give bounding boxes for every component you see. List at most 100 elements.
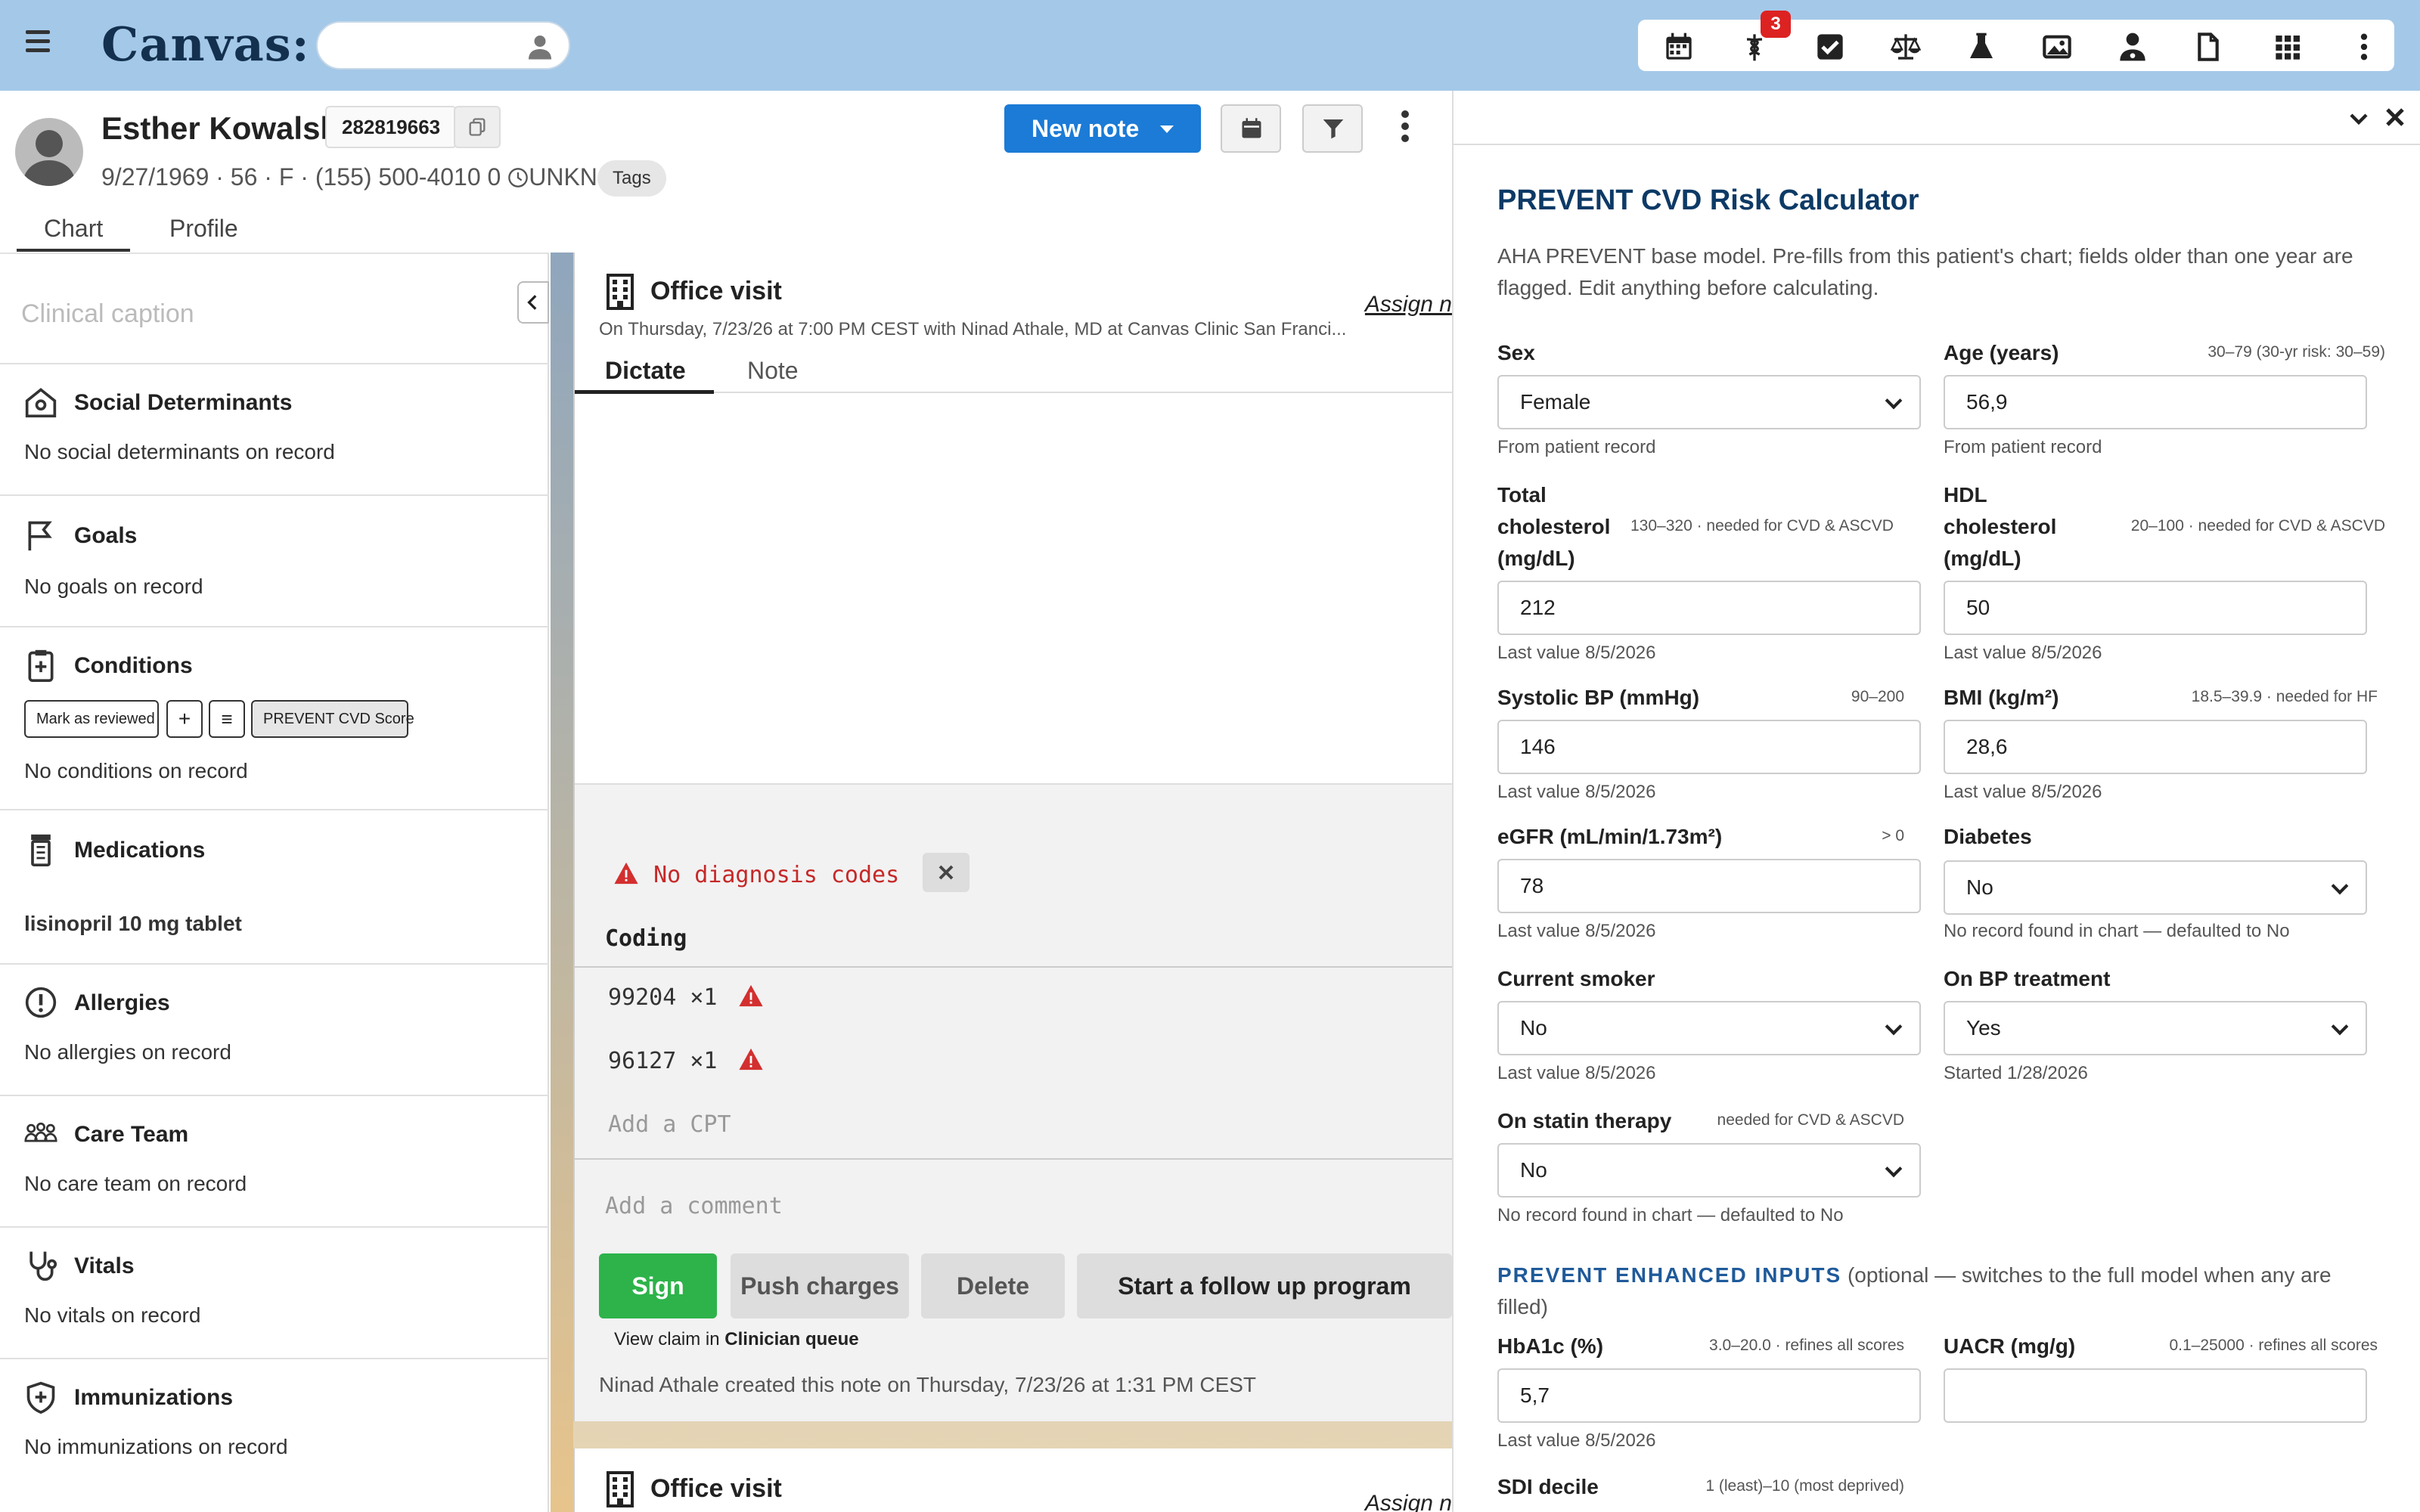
assign-link[interactable]: Assign n <box>1365 1491 1452 1512</box>
assign-link[interactable]: Assign n <box>1365 292 1452 318</box>
calculator-description: AHA PREVENT base model. Pre-fills from t… <box>1497 244 2353 299</box>
hdl-cholesterol-input[interactable]: 50 <box>1944 581 2367 635</box>
building-icon <box>607 1471 634 1507</box>
smoker-select[interactable]: No <box>1497 1001 1921 1055</box>
chevron-down-icon[interactable] <box>2347 107 2370 130</box>
bmi-input[interactable]: 28,6 <box>1944 720 2367 774</box>
patient-name: Esther Kowalski <box>101 110 347 146</box>
age-input[interactable]: 56,9 <box>1944 375 2367 429</box>
clinician-queue-link[interactable]: Clinician queue <box>724 1329 858 1349</box>
section-title[interactable]: Medications <box>74 838 205 863</box>
sex-label: Sex <box>1497 341 1535 364</box>
more-vert-icon[interactable] <box>2349 32 2379 62</box>
flask-icon[interactable] <box>1966 32 1996 62</box>
push-charges-button[interactable]: Push charges <box>731 1253 909 1318</box>
statin-range: needed for CVD & ASCVD <box>1717 1111 1904 1129</box>
person-icon <box>529 36 551 60</box>
sign-button[interactable]: Sign <box>599 1253 717 1318</box>
section-body: No conditions on record <box>24 759 248 782</box>
calculator-title: PREVENT CVD Risk Calculator <box>1497 184 1919 216</box>
app-logo[interactable]: Canvas: <box>101 17 310 72</box>
section-title[interactable]: Vitals <box>74 1253 135 1279</box>
close-icon <box>939 865 954 880</box>
age-label: Age (years) <box>1944 341 2059 364</box>
more-options-icon[interactable] <box>1396 110 1414 147</box>
add-comment-input[interactable]: Add a comment <box>605 1193 783 1219</box>
diabetes-select[interactable]: No <box>1944 860 2367 915</box>
section-goals: Goals No goals on record <box>0 494 549 626</box>
uacr-input[interactable] <box>1944 1368 2367 1423</box>
medication-item[interactable]: lisinopril 10 mg tablet <box>24 912 242 936</box>
total-cholesterol-input[interactable]: 212 <box>1497 581 1921 635</box>
calendar-icon[interactable] <box>1664 32 1694 62</box>
statin-select[interactable]: No <box>1497 1143 1921 1198</box>
scale-icon[interactable] <box>1891 32 1921 62</box>
bp-treatment-label: On BP treatment <box>1944 967 2111 990</box>
tab-note[interactable]: Note <box>747 357 799 385</box>
smoker-label: Current smoker <box>1497 967 1655 990</box>
document-icon[interactable] <box>2193 32 2223 62</box>
new-note-button[interactable]: New note <box>1004 104 1201 153</box>
tags-button[interactable]: Tags <box>597 160 666 197</box>
note-title[interactable]: Office visit <box>650 277 782 306</box>
cpt-code-row[interactable]: 99204 ×1 <box>608 983 765 1011</box>
no-diagnosis-text: No diagnosis codes <box>653 862 900 888</box>
bmi-label: BMI (kg/m²) <box>1944 686 2059 709</box>
start-follow-up-button[interactable]: Start a follow up program <box>1077 1253 1452 1318</box>
patient-search-input[interactable] <box>316 21 570 70</box>
tab-dictate[interactable]: Dictate <box>605 357 686 385</box>
section-title[interactable]: Immunizations <box>74 1385 233 1411</box>
add-condition-button[interactable]: + <box>166 700 203 738</box>
section-title[interactable]: Care Team <box>74 1122 188 1148</box>
egfr-input[interactable]: 78 <box>1497 859 1921 913</box>
clinical-caption-input[interactable]: Clinical caption <box>21 299 194 329</box>
delete-button[interactable]: Delete <box>921 1253 1065 1318</box>
smoker-hint: Last value 8/5/2026 <box>1497 1063 1656 1083</box>
statin-hint: No record found in chart — defaulted to … <box>1497 1205 1844 1225</box>
hamburger-menu-icon[interactable] <box>26 30 50 53</box>
notification-badge: 3 <box>1761 11 1791 38</box>
warning-icon <box>614 862 638 885</box>
hba1c-input[interactable]: 5,7 <box>1497 1368 1921 1423</box>
checkbox-icon[interactable] <box>1815 32 1845 62</box>
notes-scroll-gutter <box>551 253 573 1512</box>
list-conditions-button[interactable]: ≡ <box>209 700 245 738</box>
calendar-button[interactable] <box>1221 104 1281 153</box>
collapse-sidebar-button[interactable] <box>517 281 549 324</box>
close-icon[interactable] <box>2384 106 2406 129</box>
apps-grid-icon[interactable] <box>2273 32 2304 62</box>
systolic-bp-input[interactable]: 146 <box>1497 720 1921 774</box>
add-cpt-input[interactable]: Add a CPT <box>608 1111 731 1138</box>
label-line: cholesterol <box>1497 515 1611 538</box>
section-body: No vitals on record <box>24 1303 201 1327</box>
enhanced-inputs-header: PREVENT ENHANCED INPUTS (optional — swit… <box>1497 1259 2375 1323</box>
clipboard-plus-icon <box>28 649 54 682</box>
copy-mrn-button[interactable] <box>454 106 501 148</box>
mark-as-reviewed-button[interactable]: Mark as reviewed <box>24 700 159 738</box>
tab-chart[interactable]: Chart <box>17 215 131 252</box>
cpt-code: 96127 ×1 <box>608 1048 718 1074</box>
view-claim-prefix: View claim in <box>614 1329 725 1349</box>
patient-info-text: 9/27/1969 · 56 · F · (155) 500-4010 0 <box>101 163 501 191</box>
egfr-range: > 0 <box>1882 827 1904 844</box>
cpt-code-row[interactable]: 96127 ×1 <box>608 1046 765 1074</box>
section-title[interactable]: Social Determinants <box>74 390 292 416</box>
prevent-calculator-panel: PREVENT CVD Risk Calculator AHA PREVENT … <box>1452 91 2420 1512</box>
total-cholesterol-label: Total cholesterol (mg/dL) <box>1497 479 1610 575</box>
label-line: cholesterol <box>1944 515 2057 538</box>
doctor-icon[interactable] <box>2118 32 2148 62</box>
section-title[interactable]: Conditions <box>74 653 193 679</box>
copy-icon <box>469 118 486 136</box>
building-icon <box>607 274 634 310</box>
tab-profile[interactable]: Profile <box>169 215 238 243</box>
section-title[interactable]: Allergies <box>74 990 170 1016</box>
dismiss-warning-button[interactable] <box>923 853 970 892</box>
sex-select[interactable]: Female <box>1497 375 1921 429</box>
filter-button[interactable] <box>1302 104 1363 153</box>
note-title[interactable]: Office visit <box>650 1474 782 1504</box>
image-icon[interactable] <box>2042 32 2072 62</box>
bp-treatment-select[interactable]: Yes <box>1944 1001 2367 1055</box>
section-title[interactable]: Goals <box>74 523 137 549</box>
prevent-cvd-score-button[interactable]: PREVENT CVD Score <box>251 700 414 738</box>
enhanced-inputs-title: PREVENT ENHANCED INPUTS <box>1497 1263 1842 1287</box>
